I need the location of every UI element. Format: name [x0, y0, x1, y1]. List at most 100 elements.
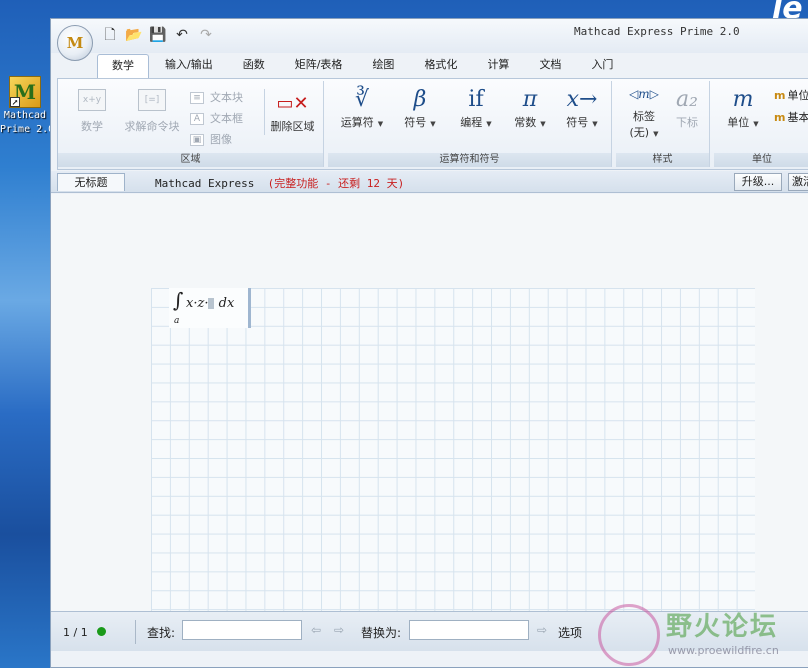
chevron-down-icon: ▼: [377, 120, 384, 128]
quick-access-toolbar: 🗋 📂 💾 ↶ ↷: [101, 26, 215, 44]
title-bar: M 🗋 📂 💾 ↶ ↷ Mathcad Express Prime 2.0: [51, 19, 808, 61]
document-tab[interactable]: 无标题: [57, 173, 125, 191]
tab-formatting[interactable]: 格式化: [410, 54, 471, 78]
save-icon[interactable]: 💾: [149, 26, 167, 44]
solve-block-button[interactable]: [=] 求解命令块: [116, 89, 188, 135]
subscript-icon: a₂: [676, 87, 698, 112]
ribbon-group-style: ◁m▷ 标签 (无) ▼ a₂ 下标 样式: [616, 81, 710, 167]
replace-input[interactable]: [409, 620, 529, 640]
text-box-button[interactable]: A 文本框: [190, 110, 243, 126]
find-previous-icon[interactable]: ⇦: [311, 623, 321, 637]
options-button[interactable]: 选项: [558, 624, 582, 641]
programming-button[interactable]: if 编程 ▼: [450, 85, 502, 131]
forum-watermark: 野火论坛 www.proewildfire.cn: [598, 604, 808, 668]
group-title-operators-symbols: 运算符和符号: [328, 153, 611, 167]
worksheet-grid[interactable]: [151, 288, 755, 611]
tab-calculation[interactable]: 计算: [473, 54, 523, 78]
math-region-integral[interactable]: ∫ a x·z· dx: [169, 288, 251, 328]
placeholder[interactable]: [208, 298, 215, 309]
chevron-down-icon: ▼: [540, 120, 546, 128]
delete-region-icon: ▭✕: [276, 93, 309, 114]
tab-document[interactable]: 文档: [525, 54, 575, 78]
subscript-button[interactable]: a₂ 下标: [668, 85, 706, 131]
text-block-icon: ≡: [190, 92, 204, 104]
window-title: Mathcad Express Prime 2.0: [574, 25, 740, 38]
operators-icon: ∛: [354, 87, 370, 112]
watermark-logo-icon: [598, 604, 660, 666]
text-block-button[interactable]: ≡ 文本块: [190, 89, 243, 105]
worksheet-canvas[interactable]: ∫ a x·z· dx: [51, 194, 808, 611]
new-icon[interactable]: 🗋: [101, 26, 119, 44]
find-label: 查找:: [147, 626, 176, 640]
text-box-icon: A: [190, 113, 204, 125]
constants-button[interactable]: π 常数 ▼: [504, 85, 556, 131]
desktop-shortcut-mathcad[interactable]: M ↗ Mathcad Prime 2.0: [0, 76, 50, 136]
tab-getting-started[interactable]: 入门: [577, 54, 627, 78]
ribbon-group-operators-symbols: ∛ 运算符 ▼ β 符号 ▼ if 编程 ▼ π 常数 ▼ x→ 符号 ▼ 运算符和符号: [328, 81, 612, 167]
math-region-icon: x+y: [78, 89, 106, 111]
app-menu-button[interactable]: M: [57, 25, 93, 61]
chevron-down-icon: ▼: [486, 120, 492, 128]
programming-icon: if: [468, 87, 484, 112]
ribbon: x+y 数学 [=] 求解命令块 ≡ 文本块 A 文本框 ▣ 图像 ▭✕ 删除区域 区…: [57, 78, 808, 170]
symbols-icon: β: [413, 87, 427, 112]
replace-icon[interactable]: ⇨: [537, 623, 547, 637]
open-icon[interactable]: 📂: [125, 26, 143, 44]
find-input[interactable]: [182, 620, 302, 640]
document-bar: 无标题 Mathcad Express (完整功能 - 还剩 12 天) 升级.…: [51, 171, 808, 193]
tab-functions[interactable]: 函数: [229, 54, 279, 78]
label-button[interactable]: ◁m▷ 标签 (无) ▼: [622, 87, 666, 141]
symbolics-button[interactable]: x→ 符号 ▼: [556, 85, 608, 131]
tab-plots[interactable]: 绘图: [358, 54, 408, 78]
replace-label: 替换为:: [361, 626, 402, 640]
base-unit-item[interactable]: m 基本: [774, 109, 808, 125]
ribbon-tabs: 数学 输入/输出 函数 矩阵/表格 绘图 格式化 计算 文档 入门: [97, 54, 629, 78]
trial-notice: (完整功能 - 还剩 12 天): [267, 177, 405, 190]
integral-symbol: ∫: [173, 288, 184, 312]
constants-icon: π: [522, 87, 538, 112]
watermark-text: 野火论坛: [666, 612, 779, 642]
operators-button[interactable]: ∛ 运算符 ▼: [336, 85, 388, 131]
activate-button[interactable]: 激活: [788, 173, 808, 191]
group-title-units: 单位: [714, 153, 808, 167]
status-separator: [135, 620, 136, 644]
desktop-shortcut-label-2: Prime 2.0: [0, 124, 50, 135]
desktop-wallpaper-logo: le: [772, 0, 803, 18]
chevron-down-icon: ▼: [592, 120, 598, 128]
status-indicator-icon: [97, 627, 106, 636]
redo-icon[interactable]: ↷: [197, 26, 215, 44]
undo-icon[interactable]: ↶: [173, 26, 191, 44]
mathcad-window: M 🗋 📂 💾 ↶ ↷ Mathcad Express Prime 2.0 数学…: [50, 18, 808, 668]
ribbon-group-units: m 单位 ▼ m 单位 m 基本 单位: [714, 81, 808, 167]
base-unit-icon: m: [774, 111, 786, 124]
upgrade-button[interactable]: 升级...: [734, 173, 782, 191]
delete-region-button[interactable]: ▭✕ 删除区域: [264, 89, 320, 135]
chevron-down-icon: ▼: [753, 120, 759, 128]
desktop-shortcut-label-1: Mathcad: [3, 110, 47, 121]
units-button[interactable]: m 单位 ▼: [718, 85, 768, 131]
symbolics-icon: x→: [566, 87, 598, 112]
shortcut-arrow-icon: ↗: [10, 97, 20, 107]
chevron-down-icon: ▼: [653, 130, 659, 138]
symbols-button[interactable]: β 符号 ▼: [394, 85, 446, 131]
license-info: Mathcad Express (完整功能 - 还剩 12 天): [155, 177, 405, 190]
integral-lower-limit: a: [174, 316, 180, 326]
find-next-icon[interactable]: ⇨: [334, 623, 344, 637]
ribbon-group-regions: x+y 数学 [=] 求解命令块 ≡ 文本块 A 文本框 ▣ 图像 ▭✕ 删除区域 区…: [58, 81, 324, 167]
math-region-button[interactable]: x+y 数学: [72, 89, 112, 135]
image-button[interactable]: ▣ 图像: [190, 131, 232, 147]
tab-math[interactable]: 数学: [97, 54, 149, 78]
unit-icon: m: [774, 89, 786, 102]
unit-system-item[interactable]: m 单位: [774, 87, 808, 103]
mathcad-app-icon: M ↗: [9, 76, 41, 108]
integrand-expression: x·z· dx: [186, 296, 235, 311]
tab-matrices-tables[interactable]: 矩阵/表格: [281, 54, 357, 78]
page-indicator: 1 / 1: [63, 626, 88, 639]
watermark-url: www.proewildfire.cn: [668, 644, 779, 657]
chevron-down-icon: ▼: [430, 120, 436, 128]
label-tag-icon: ◁m▷: [629, 87, 659, 101]
group-title-style: 样式: [616, 153, 709, 167]
tab-input-output[interactable]: 输入/输出: [151, 54, 227, 78]
units-icon: m: [732, 87, 754, 112]
group-title-regions: 区域: [58, 153, 323, 167]
